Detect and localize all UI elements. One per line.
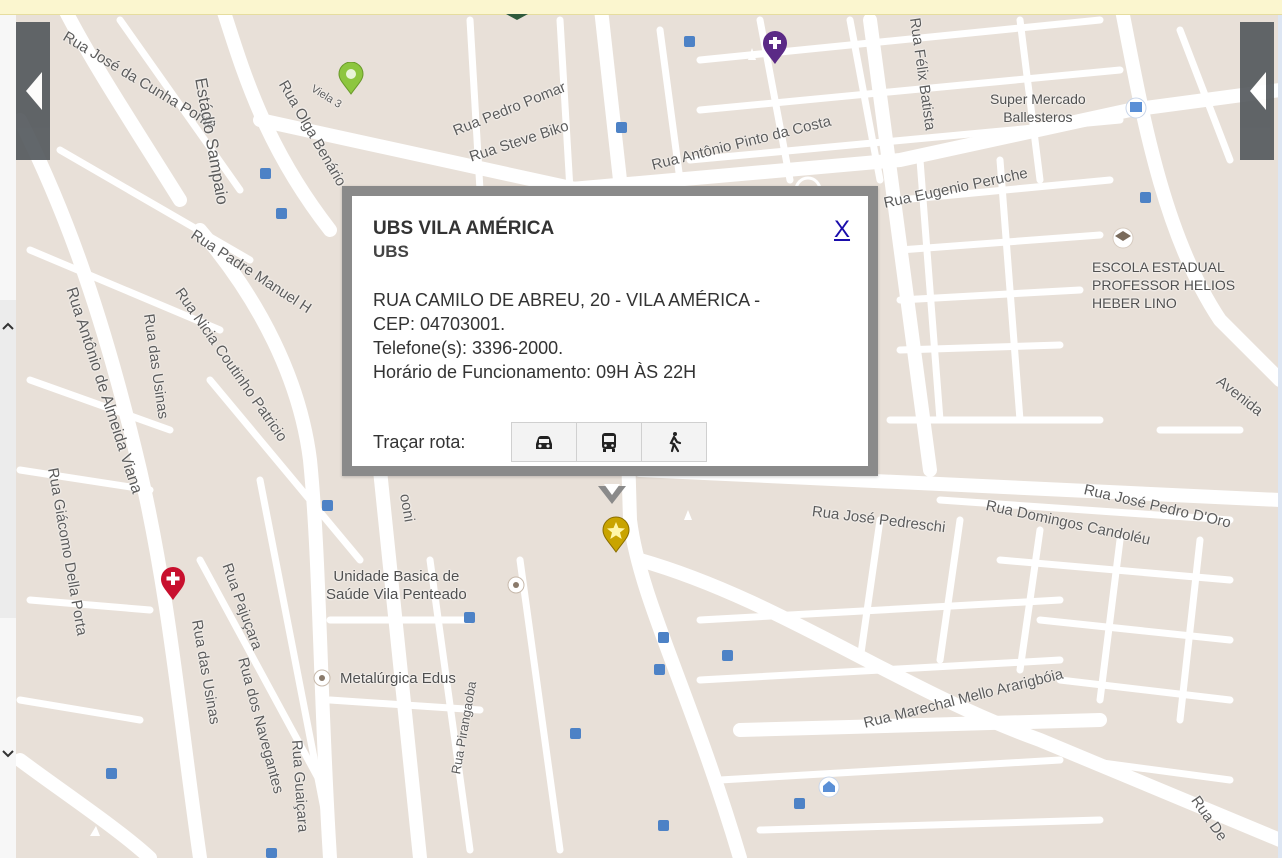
bus-stop-icon: [266, 848, 277, 858]
popup-subtitle: UBS: [373, 242, 409, 261]
bus-stop-icon: [260, 168, 271, 179]
bus-stop-icon: [616, 122, 627, 133]
left-scroll-track[interactable]: [0, 14, 16, 858]
route-car-button[interactable]: [511, 422, 577, 462]
walk-icon: [669, 432, 682, 453]
route-bus-button[interactable]: [576, 422, 642, 462]
bus-stop-icon: [276, 208, 287, 219]
hours-text: Horário de Funcionamento: 09H ÀS 22H: [373, 362, 697, 382]
route-label: Traçar rota:: [373, 432, 466, 452]
bus-stop-icon: [464, 612, 475, 623]
car-icon: [536, 436, 552, 449]
address-text: RUA CAMILO DE ABREU, 20 - VILA AMÉRICA -: [373, 290, 761, 310]
bus-stop-icon: [570, 728, 581, 739]
hospital-marker-icon[interactable]: [158, 566, 188, 602]
popup-title: UBS VILA AMÉRICA: [373, 218, 555, 239]
bus-stop-icon: [322, 500, 333, 511]
left-panel-toggle-button[interactable]: [16, 22, 50, 160]
bus-stop-icon: [658, 820, 669, 831]
bus-stop-icon: [658, 632, 669, 643]
bus-stop-icon: [722, 650, 733, 661]
cep-text: CEP: 04703001.: [373, 314, 506, 334]
top-banner: [0, 0, 1282, 15]
chevron-up-icon[interactable]: [0, 318, 16, 334]
right-panel-toggle-button[interactable]: [1240, 22, 1274, 160]
map-marker-icon[interactable]: [504, 14, 530, 20]
right-edge: [1278, 14, 1282, 858]
phone-text: Telefone(s): 3396-2000.: [373, 338, 564, 358]
shopping-cart-icon: [1130, 102, 1142, 112]
popup-pointer-inner: [604, 484, 620, 495]
route-walk-button[interactable]: [641, 422, 707, 462]
chevron-left-icon: [26, 72, 42, 110]
close-button[interactable]: X: [834, 216, 850, 244]
church-marker-icon[interactable]: [760, 30, 790, 66]
park-marker-icon[interactable]: [336, 62, 366, 96]
popup-details: RUA CAMILO DE ABREU, 20 - VILA AMÉRICA -…: [373, 288, 863, 384]
info-window: UBS VILA AMÉRICA UBS X RUA CAMILO DE ABR…: [342, 186, 878, 476]
bus-stop-icon: [684, 36, 695, 47]
bus-icon: [602, 433, 616, 452]
bus-stop-icon: [106, 768, 117, 779]
chevron-left-icon: [1250, 72, 1266, 110]
selected-location-marker-icon[interactable]: [600, 516, 632, 554]
chevron-down-icon[interactable]: [0, 746, 16, 762]
bus-stop-icon: [794, 798, 805, 809]
bus-stop-icon: [1140, 192, 1151, 203]
bus-stop-icon: [654, 664, 665, 675]
